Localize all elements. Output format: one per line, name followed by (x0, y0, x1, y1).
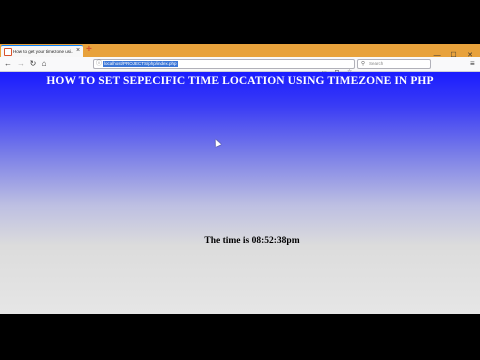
address-bar[interactable]: ⓘ localhost/PROJECTS/php/index.php ··· ◘… (93, 59, 355, 75)
tab-title: How to get your timezone usi... (13, 49, 73, 54)
video-frame: How to get your timezone usi... × + — ☐ … (0, 0, 480, 360)
new-tab-button[interactable]: + (86, 44, 92, 56)
mouse-cursor-icon (212, 138, 222, 147)
current-time-text: The time is 08:52:38pm (204, 236, 300, 246)
letterbox-top (0, 0, 480, 44)
address-bar-actions: ··· ◘ ☆ (317, 60, 352, 75)
url-input[interactable]: localhost/PROJECTS/php/index.php (103, 61, 178, 67)
tab-close-icon[interactable]: × (76, 46, 80, 56)
window-controls: — ☐ ✕ (431, 44, 476, 59)
back-arrow-icon[interactable]: ← (3, 58, 13, 70)
navigation-toolbar: ← → ↻ ⌂ ⓘ localhost/PROJECTS/php/index.p… (0, 57, 480, 75)
hamburger-menu-icon[interactable]: ≡ (470, 58, 478, 70)
forward-arrow-icon[interactable]: → (16, 58, 26, 70)
letterbox-bottom (0, 314, 480, 360)
page-favicon-icon (4, 48, 12, 56)
tab-active[interactable]: How to get your timezone usi... × (1, 45, 83, 57)
search-icon: ⚲ (361, 61, 366, 67)
web-page-content: HOW TO SET SEPECIFIC TIME LOCATION USING… (0, 72, 480, 314)
home-icon[interactable]: ⌂ (39, 58, 49, 70)
search-input[interactable]: Search (369, 60, 383, 68)
search-bar[interactable]: ⚲ Search (357, 59, 431, 69)
tab-strip: How to get your timezone usi... × + — ☐ … (0, 44, 480, 59)
page-heading: HOW TO SET SEPECIFIC TIME LOCATION USING… (46, 75, 434, 87)
reload-icon[interactable]: ↻ (28, 58, 38, 70)
site-info-icon[interactable]: ⓘ (96, 60, 102, 68)
